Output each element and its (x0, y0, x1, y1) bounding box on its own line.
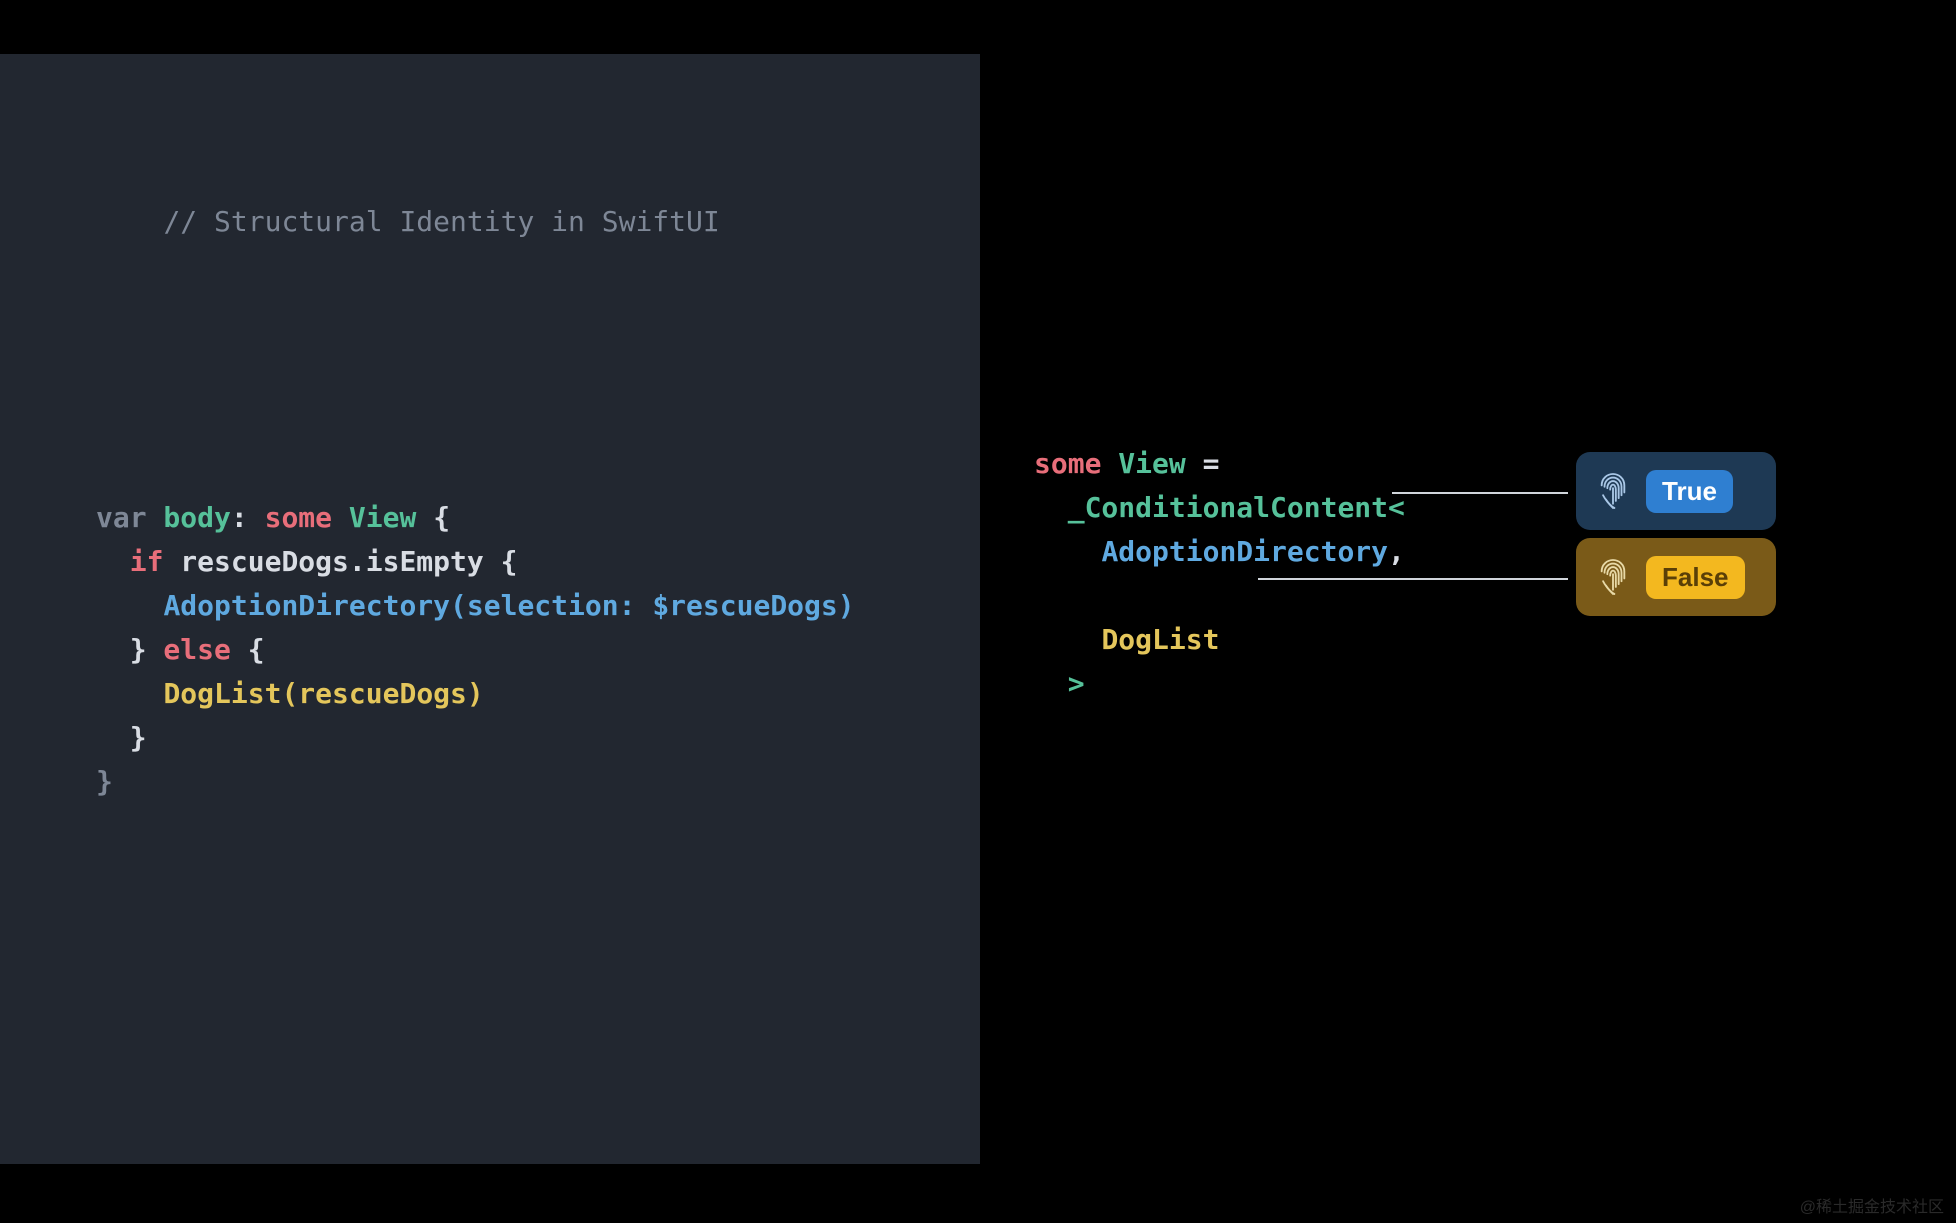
adoption-call: AdoptionDirectory (163, 589, 450, 622)
var-keyword: var (96, 501, 147, 534)
title-comment: // Structural Identity in SwiftUI (96, 156, 720, 288)
adoption-type: AdoptionDirectory (1101, 535, 1388, 568)
true-pill: True (1646, 470, 1733, 513)
else-keyword: else (147, 633, 248, 666)
code-body-left: var body: some View { if rescueDogs.isEm… (96, 452, 855, 804)
arg-colon: : (619, 589, 653, 622)
false-pill: False (1646, 556, 1745, 599)
brace: { (248, 633, 265, 666)
body-identifier: body (147, 501, 231, 534)
conditional-content-type: _ConditionalContent (1068, 491, 1388, 524)
some-keyword: some (1034, 447, 1101, 480)
connector-line-false (1258, 578, 1568, 580)
brace: } (96, 765, 113, 798)
arg-value: $rescueDogs (652, 589, 837, 622)
code-panel-left: // Structural Identity in SwiftUI var bo… (0, 54, 980, 1164)
view-type: View (332, 501, 433, 534)
paren-open: ( (450, 589, 467, 622)
equals: = (1203, 447, 1220, 480)
some-keyword: some (265, 501, 332, 534)
comma: , (1388, 535, 1405, 568)
angle-close: > (1068, 667, 1085, 700)
view-type: View (1101, 447, 1202, 480)
brace: { (501, 545, 518, 578)
colon: : (231, 501, 265, 534)
doglist-type: DogList (1101, 623, 1219, 656)
badge-true: True (1576, 452, 1776, 530)
condition: rescueDogs.isEmpty (163, 545, 500, 578)
badge-false: False (1576, 538, 1776, 616)
watermark: @稀土掘金技术社区 (1800, 1193, 1944, 1217)
arg-label: selection (467, 589, 619, 622)
if-keyword: if (130, 545, 164, 578)
fingerprint-icon (1596, 471, 1630, 511)
brace: } (130, 721, 147, 754)
doglist-args: (rescueDogs) (281, 677, 483, 710)
connector-line-true (1392, 492, 1568, 494)
brace: } (130, 633, 147, 666)
code-body-right: some View = _ConditionalContent< Adoptio… (1034, 398, 1405, 706)
paren-close: ) (838, 589, 855, 622)
brace: { (433, 501, 450, 534)
doglist-call: DogList (163, 677, 281, 710)
comment-text: // Structural Identity in SwiftUI (163, 205, 719, 238)
angle-open: < (1388, 491, 1405, 524)
fingerprint-icon (1596, 557, 1630, 597)
